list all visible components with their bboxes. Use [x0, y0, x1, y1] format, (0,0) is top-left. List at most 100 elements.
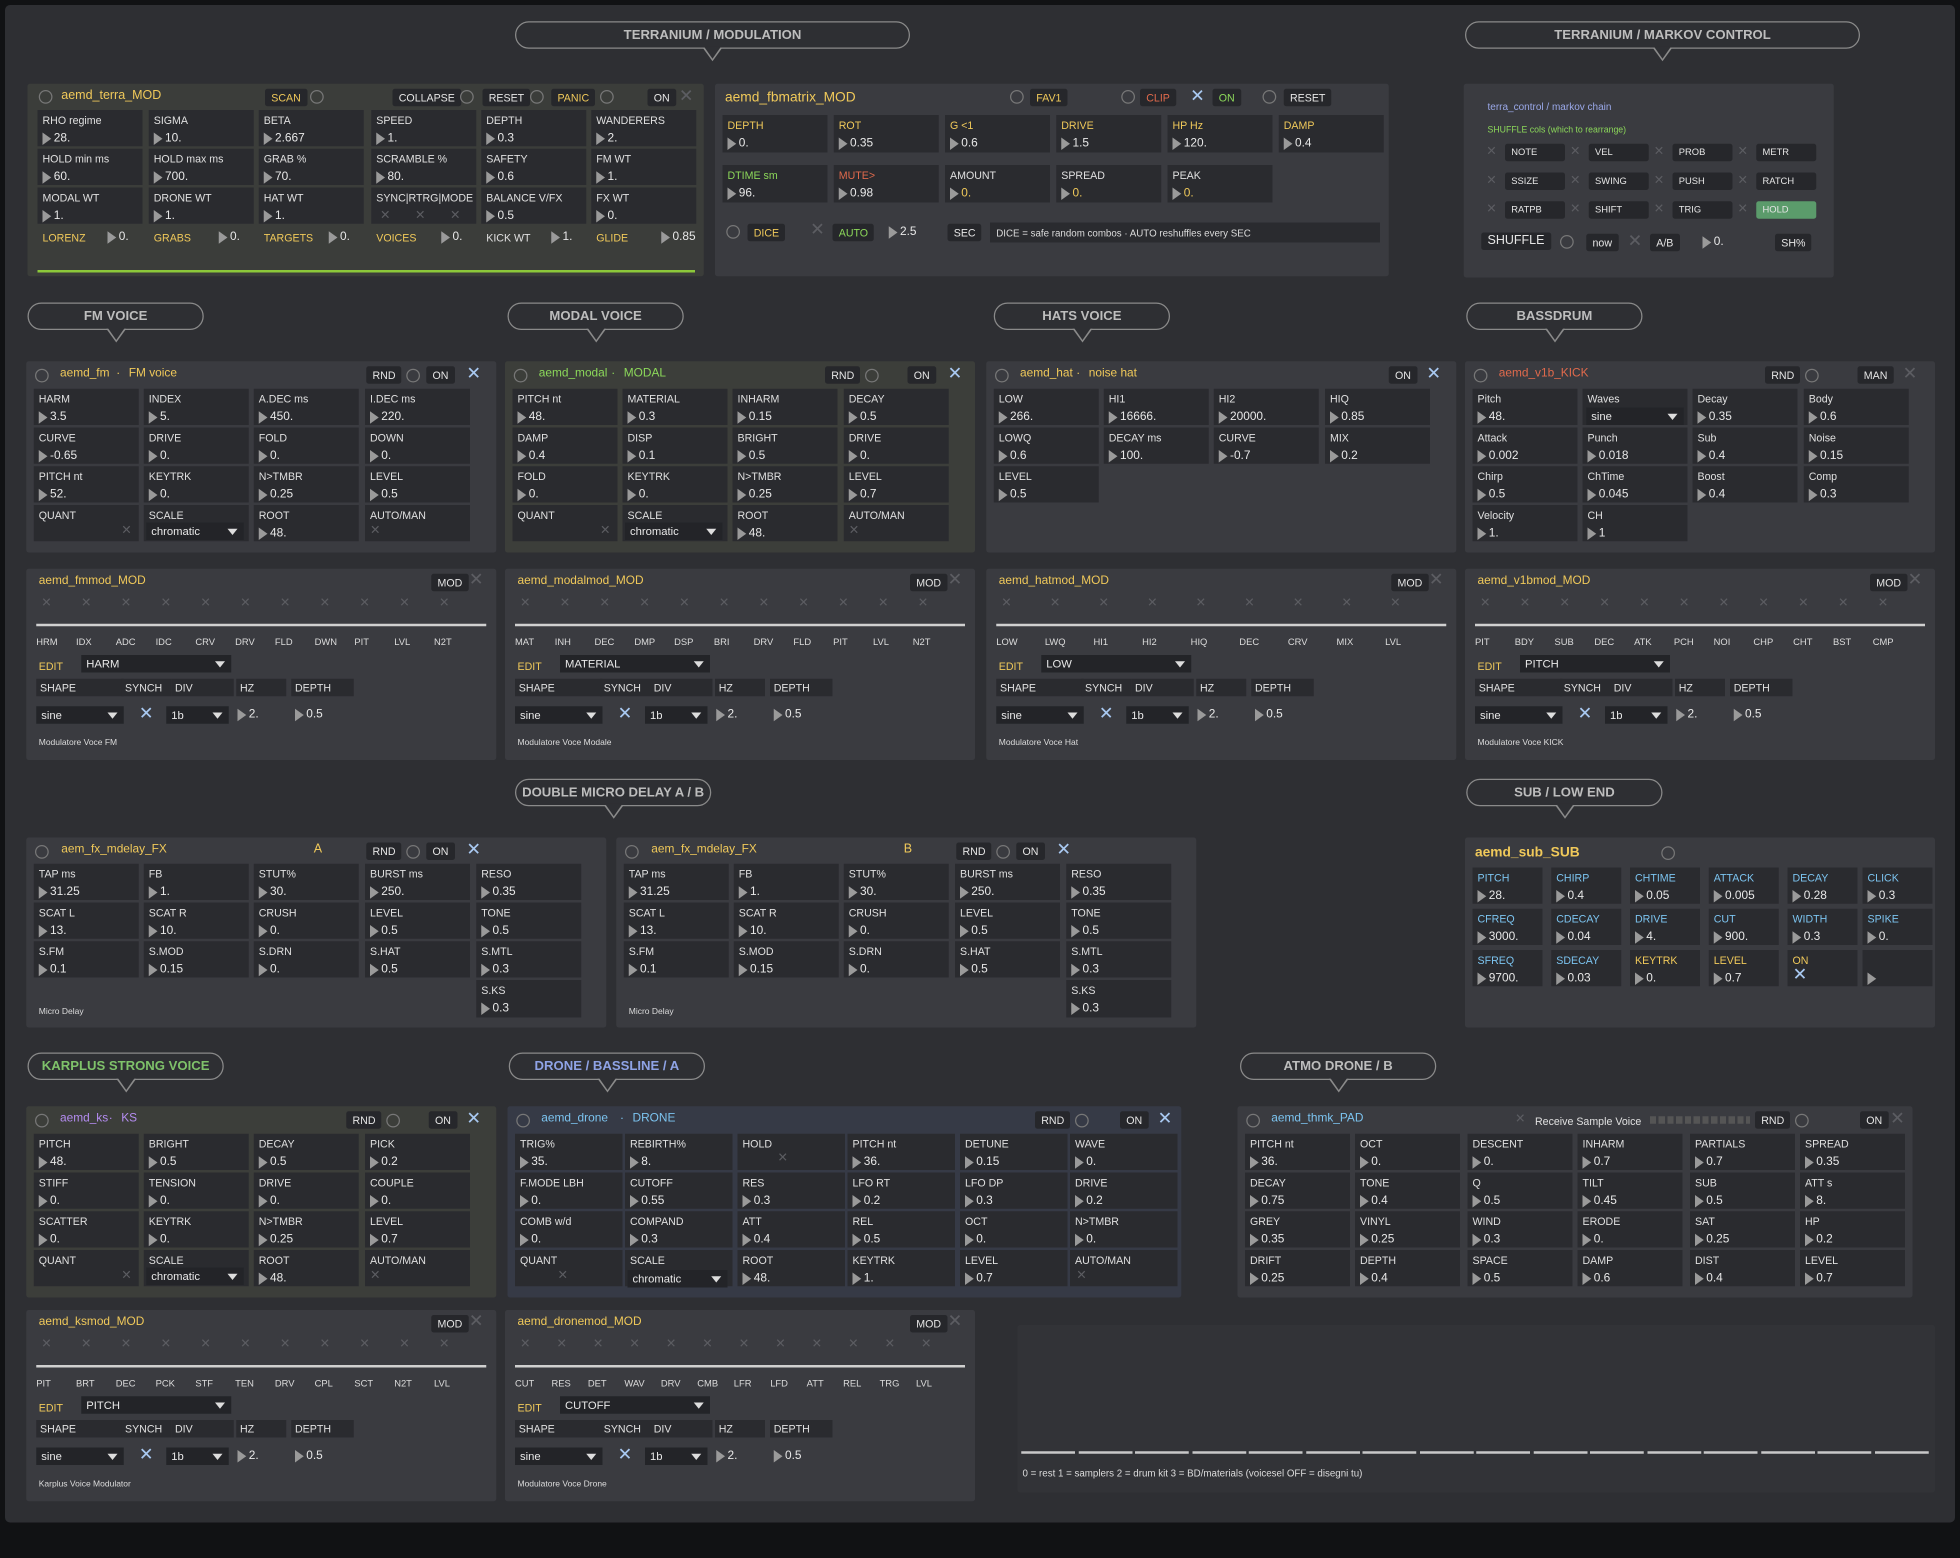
- mod-route-x-icon[interactable]: ✕: [161, 1338, 171, 1352]
- fm-p1-0-value[interactable]: -0.65: [38, 449, 77, 463]
- pad-p0-3-value[interactable]: 0.7: [1581, 1155, 1610, 1169]
- clip-x-icon[interactable]: ✕: [1190, 86, 1205, 104]
- pad-p3-0-value[interactable]: 0.25: [1249, 1271, 1284, 1285]
- depth-value[interactable]: 0.5: [773, 1449, 802, 1463]
- markov-value[interactable]: 0.: [1701, 235, 1724, 249]
- sub-power-toggle[interactable]: [1661, 846, 1675, 860]
- kick-rnd-toggle[interactable]: [1805, 368, 1819, 383]
- modal-p2-0-value[interactable]: 0.: [516, 488, 539, 502]
- fm-close-icon[interactable]: ✕: [466, 364, 481, 382]
- modal-p1-2-value[interactable]: 0.5: [736, 449, 765, 463]
- markov-x-icon[interactable]: ✕: [1654, 145, 1664, 159]
- ks-close-icon[interactable]: ✕: [466, 1109, 481, 1127]
- terra-bottom-value-4[interactable]: 1.: [550, 230, 572, 244]
- quant-x-icon[interactable]: ✕: [121, 1269, 131, 1283]
- automan-x-icon[interactable]: ✕: [1076, 1269, 1086, 1283]
- terra-p2-0-value[interactable]: 1.: [41, 209, 64, 223]
- ks-p0-0-value[interactable]: 48.: [38, 1155, 67, 1169]
- automan-x-icon[interactable]: ✕: [370, 1269, 380, 1283]
- mod-route-x-icon[interactable]: ✕: [1293, 596, 1303, 610]
- modal-p0-0-value[interactable]: 48.: [516, 410, 545, 424]
- quant-x-icon[interactable]: ✕: [600, 524, 610, 538]
- fm-root-value[interactable]: 48.: [258, 526, 287, 540]
- markov-col-ratpb[interactable]: RATPB: [1505, 201, 1565, 219]
- pad-rnd-button[interactable]: RND: [1755, 1111, 1791, 1129]
- drone-p0-4-value[interactable]: 0.15: [964, 1155, 999, 1169]
- drone-p1-4-value[interactable]: 0.3: [964, 1194, 993, 1208]
- pad-p1-3-value[interactable]: 0.45: [1581, 1194, 1617, 1208]
- mod-route-x-icon[interactable]: ✕: [560, 596, 570, 610]
- mod-route-x-icon[interactable]: ✕: [41, 1338, 51, 1352]
- ks-p2-3-value[interactable]: 0.7: [369, 1233, 398, 1247]
- drone-p1-2-value[interactable]: 0.3: [741, 1194, 770, 1208]
- mod-route-x-icon[interactable]: ✕: [81, 596, 91, 610]
- pad-p0-0-value[interactable]: 36.: [1249, 1155, 1278, 1169]
- shape-dropdown[interactable]: sine: [515, 1447, 603, 1465]
- mod-route-x-icon[interactable]: ✕: [320, 596, 330, 610]
- mod-route-x-icon[interactable]: ✕: [812, 1338, 822, 1352]
- ks-p0-3-value[interactable]: 0.2: [369, 1155, 398, 1169]
- delay-p0-3-value[interactable]: 250.: [369, 885, 404, 899]
- mod-route-x-icon[interactable]: ✕: [520, 596, 530, 610]
- markov-col-metr[interactable]: METR: [1756, 143, 1817, 162]
- collapse-button[interactable]: COLLAPSE: [392, 88, 462, 107]
- div-dropdown[interactable]: 1b: [166, 706, 229, 724]
- kick-p2-0-value[interactable]: 0.5: [1476, 488, 1505, 502]
- drone-p1-3-value[interactable]: 0.2: [851, 1194, 880, 1208]
- fm-on-button[interactable]: ON: [426, 366, 455, 384]
- synch-x-icon[interactable]: ✕: [618, 704, 633, 722]
- ks-rnd-toggle[interactable]: [386, 1113, 400, 1128]
- delay-p0-0-value[interactable]: 31.25: [628, 885, 670, 899]
- kick-man-button[interactable]: MAN: [1857, 366, 1894, 384]
- reset-button[interactable]: RESET: [482, 88, 531, 107]
- mod-route-x-icon[interactable]: ✕: [1244, 596, 1254, 610]
- mod-route-x-icon[interactable]: ✕: [121, 1338, 131, 1352]
- delay-p2-4-value[interactable]: 0.3: [1070, 963, 1099, 977]
- hz-value[interactable]: 2.: [1675, 708, 1697, 722]
- terra-p1-1-value[interactable]: 700.: [153, 170, 188, 184]
- sub-p1-0-value[interactable]: 3000.: [1476, 930, 1518, 944]
- drone-p2-0-value[interactable]: 0.: [519, 1233, 541, 1247]
- mod-route-x-icon[interactable]: ✕: [666, 1338, 676, 1352]
- markov-x-icon[interactable]: ✕: [1570, 203, 1580, 217]
- edit-dropdown[interactable]: CUTOFF: [560, 1396, 710, 1414]
- reset-toggle[interactable]: [1262, 90, 1277, 104]
- modal-p1-0-value[interactable]: 0.4: [516, 449, 545, 463]
- delay-p0-4-value[interactable]: 0.35: [1070, 885, 1106, 899]
- markov-col-swing[interactable]: SWING: [1588, 172, 1649, 190]
- hat-power-toggle[interactable]: [995, 368, 1009, 383]
- shuffle-button[interactable]: SHUFFLE: [1481, 232, 1551, 250]
- mod-route-x-icon[interactable]: ✕: [629, 1338, 639, 1352]
- modal-p2-1-value[interactable]: 0.: [626, 488, 649, 502]
- kick-power-toggle[interactable]: [1473, 368, 1488, 383]
- clip-toggle[interactable]: [1121, 90, 1135, 104]
- mod-button[interactable]: MOD: [431, 1315, 469, 1333]
- delay-p2-0-value[interactable]: 0.1: [38, 963, 67, 977]
- fbm-r1-0-value[interactable]: 0.: [726, 136, 749, 150]
- mod-route-x-icon[interactable]: ✕: [399, 596, 409, 610]
- voicesel-step[interactable]: [1646, 1451, 1701, 1454]
- kick-rnd-button[interactable]: RND: [1765, 366, 1801, 384]
- delay-on-button[interactable]: ON: [1016, 842, 1045, 860]
- fm-scale-dropdown[interactable]: chromatic: [146, 522, 244, 540]
- voicesel-step[interactable]: [1078, 1451, 1132, 1454]
- pad-p3-2-value[interactable]: 0.5: [1471, 1271, 1500, 1285]
- sub-p1-1-value[interactable]: 0.04: [1555, 930, 1591, 944]
- markov-x-icon[interactable]: ✕: [1486, 203, 1496, 217]
- pad-p3-1-value[interactable]: 0.4: [1359, 1271, 1388, 1285]
- terra-p0-0-value[interactable]: 28.: [41, 131, 70, 145]
- terra-p1-3-value[interactable]: 80.: [375, 170, 404, 184]
- terra-p1-0-value[interactable]: 60.: [41, 170, 70, 184]
- sync-x-icon[interactable]: ✕: [450, 209, 460, 223]
- fav-button[interactable]: FAV1: [1030, 88, 1068, 107]
- voicesel-step[interactable]: [1590, 1451, 1644, 1454]
- kick-p2-3-value[interactable]: 0.3: [1808, 488, 1837, 502]
- pad-p2-4-value[interactable]: 0.25: [1694, 1233, 1729, 1247]
- mod-route-x-icon[interactable]: ✕: [1001, 596, 1011, 610]
- fm-p0-3-value[interactable]: 220.: [369, 410, 404, 424]
- mod-route-x-icon[interactable]: ✕: [520, 1338, 530, 1352]
- markov-col-vel[interactable]: VEL: [1588, 143, 1649, 162]
- delay-power-toggle[interactable]: [35, 845, 49, 859]
- pad-p3-5-value[interactable]: 0.7: [1804, 1271, 1833, 1285]
- mod-route-x-icon[interactable]: ✕: [921, 1338, 931, 1352]
